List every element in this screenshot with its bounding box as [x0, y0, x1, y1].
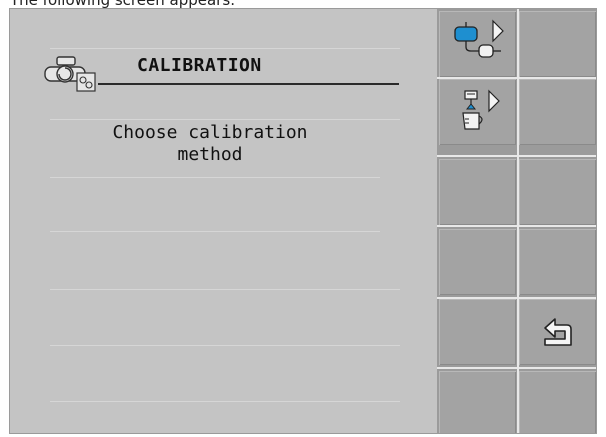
row-divider: [50, 289, 400, 290]
softkey-row-divider: [437, 155, 596, 157]
softkey-blank[interactable]: [519, 11, 596, 77]
softkey-nozzle-jug-calibration[interactable]: [439, 79, 516, 145]
softkey-blank[interactable]: [439, 229, 516, 295]
softkey-row-divider: [437, 225, 596, 227]
softkey-row-divider: [437, 77, 596, 79]
softkey-blank[interactable]: [519, 229, 596, 295]
softkey-blank[interactable]: [439, 299, 516, 365]
softkey-panel: [437, 9, 596, 433]
row-divider: [50, 345, 400, 346]
main-panel: CALIBRATION Choose calibration method: [10, 9, 437, 433]
softkey-tank-flow-calibration[interactable]: [439, 11, 516, 77]
row-divider: [50, 231, 380, 232]
softkey-row-divider: [437, 367, 596, 369]
terminal-screen: CALIBRATION Choose calibration method: [9, 8, 597, 434]
row-divider: [50, 119, 400, 120]
softkey-blank[interactable]: [519, 371, 596, 433]
tank-flow-calibration-icon: [454, 19, 504, 58]
softkey-blank[interactable]: [439, 371, 516, 433]
back-icon: [544, 318, 572, 346]
prompt-line-1: Choose calibration: [112, 122, 308, 143]
softkey-blank[interactable]: [439, 159, 516, 225]
softkey-blank[interactable]: [519, 159, 596, 225]
softkey-back[interactable]: [519, 299, 596, 365]
calibration-menu-icon: [44, 56, 96, 92]
screen-title: CALIBRATION: [137, 55, 262, 76]
title-underline: [98, 83, 399, 85]
softkey-column-divider: [517, 9, 519, 433]
prompt-line-2: method: [177, 144, 243, 165]
softkey-blank[interactable]: [519, 79, 596, 145]
row-divider: [50, 177, 380, 178]
softkey-row-divider: [437, 297, 596, 299]
row-divider: [50, 401, 400, 402]
prompt-text: Choose calibration method: [50, 122, 370, 166]
nozzle-measuring-jug-calibration-icon: [462, 89, 500, 130]
row-divider: [50, 48, 400, 49]
